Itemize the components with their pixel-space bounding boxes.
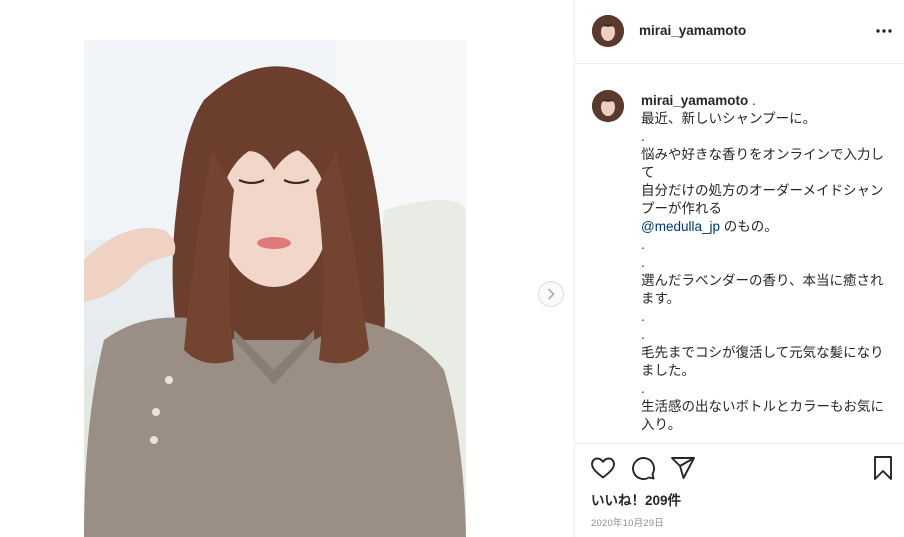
next-photo-button[interactable] [538, 281, 564, 307]
comment-button[interactable] [629, 454, 657, 482]
post-header: mirai_yamamoto [575, 0, 904, 64]
post-date[interactable]: 2020年10月29日 [591, 515, 664, 529]
paper-plane-icon [671, 457, 695, 479]
like-button[interactable] [589, 454, 617, 482]
post-media-pane [0, 0, 574, 537]
more-options-icon [876, 29, 892, 33]
caption-username[interactable]: mirai_yamamoto [641, 93, 748, 108]
share-button[interactable] [669, 454, 697, 482]
avatar[interactable] [592, 15, 624, 47]
heart-icon [591, 457, 615, 479]
post-author-username[interactable]: mirai_yamamoto [639, 23, 746, 38]
post-caption: mirai_yamamoto . 最近、新しいシャンプーに。 . 悩みや好きな香… [641, 92, 886, 434]
mention-link[interactable]: @medulla_jp [641, 219, 720, 234]
likes-count[interactable]: いいね！209件 [591, 489, 681, 509]
save-button[interactable] [869, 454, 897, 482]
more-options-button[interactable] [873, 22, 895, 40]
avatar[interactable] [592, 90, 624, 122]
post-actions: いいね！209件 2020年10月29日 [575, 444, 904, 537]
post-photo[interactable] [84, 40, 466, 537]
bookmark-icon [874, 456, 892, 480]
caption-area: mirai_yamamoto . 最近、新しいシャンプーに。 . 悩みや好きな香… [575, 65, 904, 443]
caption-body-continued: のもの。 . . 選んだラベンダーの香り、本当に癒されます。 . . 毛先までコ… [641, 219, 884, 432]
chevron-right-icon [548, 288, 555, 300]
caption-body: . 最近、新しいシャンプーに。 . 悩みや好きな香りをオンラインで入力して 自分… [641, 93, 884, 216]
comment-icon [632, 457, 655, 480]
post-side-panel: mirai_yamamoto mirai_yamamoto . 最近、新しいシャ… [575, 0, 904, 537]
